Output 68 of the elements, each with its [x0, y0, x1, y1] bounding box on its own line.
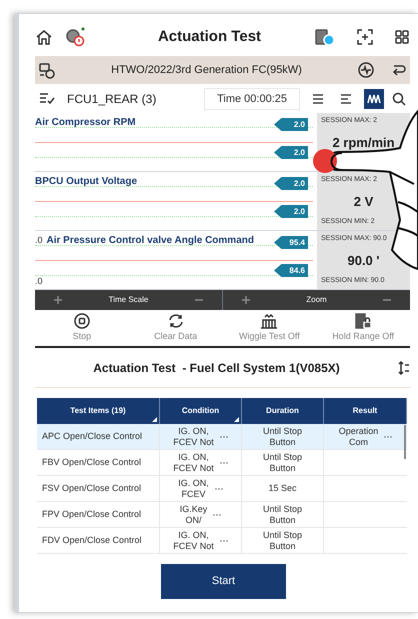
- signal-sync-icon[interactable]: [357, 61, 375, 79]
- table-cell: FBV Open/Close Control: [37, 450, 160, 475]
- value-tag: 2.0: [274, 205, 308, 218]
- table-cell: Until Stop Button: [242, 424, 324, 449]
- screenshot-icon[interactable]: [356, 28, 374, 46]
- screen-title: Actuation Test: [156, 26, 262, 47]
- device-icon[interactable]: [314, 27, 336, 47]
- checklist-icon[interactable]: [39, 92, 55, 106]
- table-cell: FDV Open/Close Control: [37, 528, 160, 553]
- current-value: 90.0 ': [346, 254, 380, 266]
- wiggle-icon: [259, 312, 280, 330]
- action-button[interactable]: Hold Range Off: [316, 310, 410, 346]
- more-icon[interactable]: [213, 512, 222, 516]
- signal-name: Air Pressure Control valve Angle Command: [46, 234, 254, 248]
- table-cell: Operation Com: [338, 426, 378, 448]
- elapsed-time: Time 00:00:25: [204, 88, 300, 110]
- table-cell: 15 Sec: [242, 476, 324, 501]
- table-row[interactable]: FDV Open/Close Control IG. ON, FCEV Not Until Stop Button: [37, 528, 407, 554]
- system-name: FCU1_REAR (3): [67, 91, 158, 108]
- table-cell: APC Open/Close Control: [37, 424, 160, 449]
- action-button[interactable]: Stop: [35, 310, 129, 346]
- home-icon[interactable]: [35, 28, 53, 46]
- sort-icon[interactable]: [398, 360, 410, 374]
- grid-icon[interactable]: [394, 29, 410, 45]
- value-tag: 2.0: [274, 177, 308, 190]
- start-button[interactable]: Start: [161, 564, 286, 599]
- table-cell: Until Stop Button: [242, 502, 324, 527]
- plus-icon[interactable]: [53, 295, 63, 305]
- value-tag: 95.4: [274, 236, 308, 249]
- more-icon[interactable]: [214, 486, 223, 490]
- table-cell: FPV Open/Close Control: [37, 502, 160, 527]
- table-cell: Until Stop Button: [242, 528, 324, 553]
- axis-label: .0: [35, 234, 43, 247]
- current-value: 2 rpm/min: [331, 136, 396, 150]
- more-icon[interactable]: [220, 538, 228, 542]
- lock-document-icon: [353, 312, 374, 330]
- signal-name: Air Compressor RPM: [35, 116, 136, 130]
- value-tag: 2.0: [274, 118, 308, 131]
- more-icon[interactable]: [384, 434, 392, 438]
- table-row[interactable]: FBV Open/Close Control IG. ON, FCEV Not Until Stop Button: [37, 450, 407, 476]
- table-cell: IG.Key ON/: [180, 504, 208, 526]
- table-cell: Until Stop Button: [242, 450, 324, 475]
- control-label: Zoom: [306, 294, 327, 306]
- table-cell: IG. ON, FCEV Not: [173, 530, 214, 552]
- current-value: 2 V: [352, 194, 374, 208]
- table-cell: IG. ON, FCEV Not: [173, 426, 214, 448]
- graph-view-icon[interactable]: [364, 89, 384, 109]
- panel-title: Actuation Test - Fuel Cell System 1(V085X): [92, 360, 341, 376]
- table-cell: FSV Open/Close Control: [37, 476, 160, 501]
- value-tag: 2.0: [274, 146, 308, 159]
- stop-icon: [72, 312, 92, 330]
- action-button[interactable]: Clear Data: [128, 310, 222, 346]
- search-icon[interactable]: [392, 92, 406, 106]
- signal-name: BPCU Output Voltage: [35, 175, 138, 189]
- plus-icon[interactable]: [241, 295, 251, 305]
- axis-label: .0: [35, 274, 43, 288]
- table-cell: IG. ON, FCEV Not: [173, 452, 214, 474]
- more-icon[interactable]: [220, 460, 228, 464]
- vehicle-info: HTWO/2022/3rd Generation FC(95kW): [110, 62, 303, 78]
- table-row[interactable]: FSV Open/Close Control IG. ON, FCEV 15 Sec: [37, 476, 407, 502]
- more-icon[interactable]: [220, 434, 228, 438]
- table-row[interactable]: APC Open/Close Control IG. ON, FCEV Not Until Stop Button Operation Com: [37, 424, 407, 450]
- scrollbar: [404, 425, 406, 459]
- table-cell: IG. ON, FCEV: [178, 478, 209, 500]
- control-label: Time Scale: [108, 294, 148, 306]
- value-tag: 84.6: [274, 264, 308, 277]
- action-button[interactable]: Wiggle Test Off: [222, 310, 316, 346]
- table-row[interactable]: FPV Open/Close Control IG.Key ON/ Until Stop Button: [37, 502, 407, 528]
